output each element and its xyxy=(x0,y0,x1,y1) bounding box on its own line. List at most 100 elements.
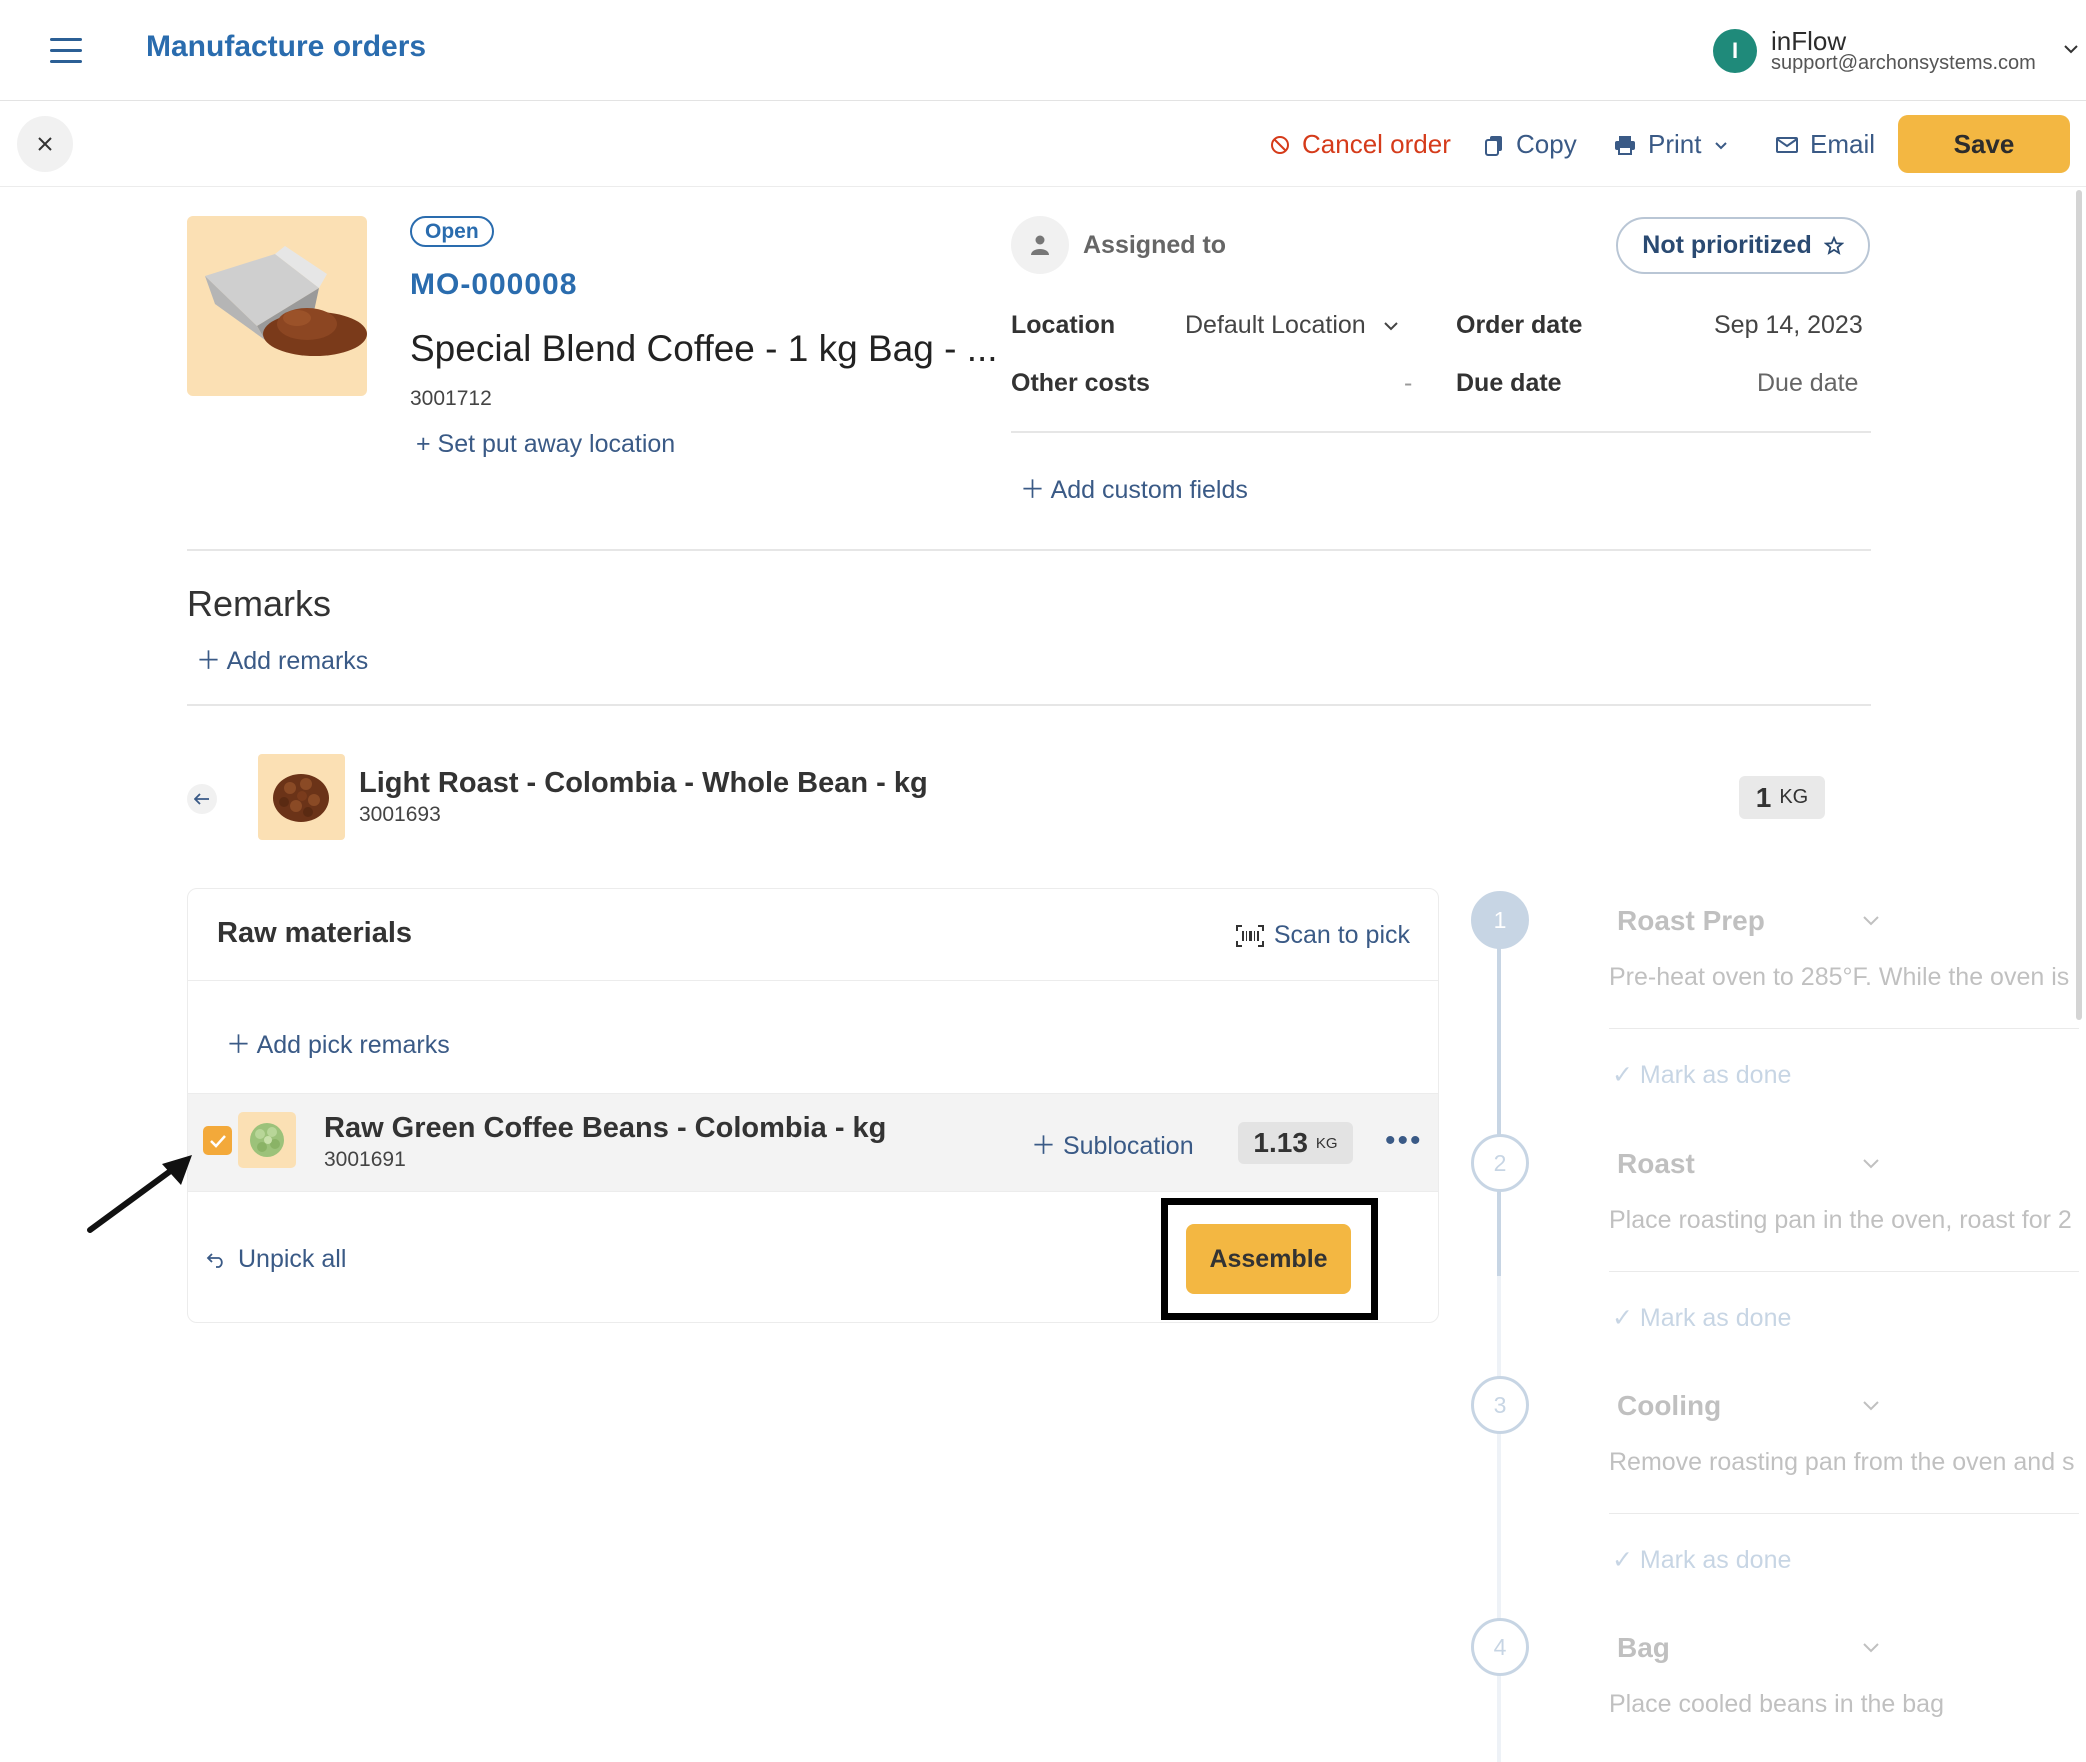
step-name[interactable]: Roast Prep xyxy=(1617,905,1765,937)
assignee-icon[interactable] xyxy=(1011,216,1069,274)
account-avatar[interactable]: I xyxy=(1713,29,1757,73)
product-name[interactable]: Special Blend Coffee - 1 kg Bag - ... xyxy=(410,328,998,370)
status-badge: Open xyxy=(410,216,494,247)
order-date-field[interactable]: Sep 14, 2023 xyxy=(1714,311,1863,340)
due-date-field[interactable]: Due date xyxy=(1757,369,1858,398)
mark-as-done-label: Mark as done xyxy=(1639,1061,1792,1089)
quantity-value: 1 xyxy=(1755,781,1772,813)
add-remarks-link[interactable]: ＋ Add remarks xyxy=(196,641,368,677)
order-date-label: Order date xyxy=(1456,311,1583,339)
add-pick-remarks-link[interactable]: ＋ Add pick remarks xyxy=(226,1025,450,1061)
divider xyxy=(187,704,1871,706)
raw-material-image xyxy=(238,1112,296,1168)
hamburger-menu-icon[interactable] xyxy=(50,38,84,64)
top-bar: Manufacture orders I inFlow support@arch… xyxy=(0,0,2086,101)
product-image xyxy=(187,216,367,396)
location-select[interactable]: Default Location xyxy=(1185,311,1400,340)
quantity-value: 1.13 xyxy=(1253,1127,1308,1158)
product-sku: 3001712 xyxy=(410,387,492,410)
chevron-down-icon xyxy=(1383,321,1398,330)
add-remarks-label: Add remarks xyxy=(226,647,369,675)
quantity-unit: KG xyxy=(1779,786,1809,808)
order-toolbar: Cancel order Copy Print Email Save xyxy=(0,101,2086,187)
copy-icon xyxy=(1485,135,1502,156)
assemble-button[interactable]: Assemble xyxy=(1186,1224,1351,1294)
chevron-down-icon[interactable] xyxy=(1861,1153,1881,1173)
copy-button[interactable]: Copy xyxy=(1484,129,1577,160)
chevron-down-icon[interactable] xyxy=(1861,1637,1881,1657)
due-date-label: Due date xyxy=(1456,369,1562,397)
set-put-away-location-link[interactable]: + Set put away location xyxy=(416,430,675,459)
raw-material-quantity[interactable]: 1.13 KG xyxy=(1238,1122,1353,1164)
remarks-heading: Remarks xyxy=(187,583,332,624)
chevron-down-icon[interactable] xyxy=(1861,910,1881,930)
divider xyxy=(1609,1271,2079,1272)
save-button[interactable]: Save xyxy=(1898,115,2070,173)
add-custom-fields-label: Add custom fields xyxy=(1050,476,1248,504)
undo-icon xyxy=(206,1252,223,1268)
location-value: Default Location xyxy=(1185,311,1366,339)
sublocation-label: Sublocation xyxy=(1062,1132,1194,1160)
priority-button[interactable]: Not prioritized xyxy=(1616,217,1870,274)
mark-as-done-button[interactable]: ✓ Mark as done xyxy=(1612,1303,1791,1333)
order-number: MO-000008 xyxy=(410,268,578,301)
manufacturing-steps-panel: 1 Roast Prep Pre-heat oven to 285°F. Whi… xyxy=(1469,888,2079,1762)
plus-icon: ＋ xyxy=(1020,476,1051,504)
print-button[interactable]: Print xyxy=(1614,129,1729,160)
back-arrow-button[interactable] xyxy=(187,784,217,814)
copy-label: Copy xyxy=(1516,129,1577,159)
step-name[interactable]: Cooling xyxy=(1617,1390,1721,1422)
step-number-badge: 3 xyxy=(1471,1376,1529,1434)
raw-materials-title: Raw materials xyxy=(217,917,413,949)
raw-materials-card: Raw materials Scan to pick ＋ Add pick re… xyxy=(187,888,1439,1323)
other-costs-value[interactable]: - xyxy=(1404,369,1412,398)
more-options-icon[interactable]: ••• xyxy=(1385,1124,1423,1158)
prohibit-icon xyxy=(1271,135,1289,154)
print-label: Print xyxy=(1648,129,1702,159)
divider xyxy=(1011,431,1871,433)
barcode-icon xyxy=(1235,924,1264,947)
step-description: Pre-heat oven to 285°F. While the oven i… xyxy=(1609,963,2070,991)
mark-as-done-button[interactable]: ✓ Mark as done xyxy=(1612,1060,1791,1090)
email-button[interactable]: Email xyxy=(1776,129,1875,160)
raw-material-sku: 3001691 xyxy=(324,1148,406,1171)
step-number-badge: 4 xyxy=(1471,1618,1529,1676)
plus-icon: ＋ xyxy=(226,1031,257,1059)
add-sublocation-link[interactable]: ＋ Sublocation xyxy=(1031,1126,1194,1162)
add-custom-fields-link[interactable]: ＋ Add custom fields xyxy=(1020,470,1248,506)
chevron-down-icon xyxy=(1715,141,1728,149)
mark-as-done-label: Mark as done xyxy=(1639,1546,1792,1574)
plus-icon: ＋ xyxy=(196,647,227,675)
raw-material-row[interactable]: Raw Green Coffee Beans - Colombia - kg 3… xyxy=(188,1093,1438,1192)
unpick-all-button[interactable]: Unpick all xyxy=(206,1245,346,1274)
other-costs-label: Other costs xyxy=(1011,369,1150,397)
step-description: Place cooled beans in the bag xyxy=(1609,1690,1944,1718)
assigned-to-field[interactable]: Assigned to xyxy=(1083,231,1226,260)
cancel-order-button[interactable]: Cancel order xyxy=(1270,129,1451,160)
scan-to-pick-button[interactable]: Scan to pick xyxy=(1235,921,1410,950)
annotation-arrow-icon xyxy=(87,1155,192,1233)
step-name[interactable]: Roast xyxy=(1617,1148,1695,1180)
chevron-down-icon[interactable] xyxy=(2062,40,2080,58)
divider xyxy=(187,549,1871,551)
plus-icon: ＋ xyxy=(1031,1132,1063,1160)
close-icon xyxy=(38,137,52,151)
unpick-all-label: Unpick all xyxy=(238,1245,347,1273)
step-name[interactable]: Bag xyxy=(1617,1632,1670,1664)
pick-checkbox[interactable] xyxy=(203,1126,232,1155)
arrow-left-icon xyxy=(194,793,209,805)
check-icon xyxy=(209,1134,226,1148)
finished-product-quantity[interactable]: 1 KG xyxy=(1739,776,1825,819)
finished-product-image xyxy=(258,754,345,840)
chevron-down-icon[interactable] xyxy=(1861,1395,1881,1415)
printer-icon xyxy=(1615,135,1635,155)
finished-product-name[interactable]: Light Roast - Colombia - Whole Bean - kg xyxy=(359,767,928,800)
close-button[interactable] xyxy=(17,116,73,172)
add-pick-remarks-label: Add pick remarks xyxy=(256,1031,450,1059)
step-description: Remove roasting pan from the oven and s xyxy=(1609,1448,2075,1476)
account-email[interactable]: support@archonsystems.com xyxy=(1771,52,2036,75)
step-connector xyxy=(1497,1276,1501,1762)
mark-as-done-button[interactable]: ✓ Mark as done xyxy=(1612,1545,1791,1575)
quantity-unit: KG xyxy=(1315,1134,1338,1152)
raw-material-name[interactable]: Raw Green Coffee Beans - Colombia - kg xyxy=(324,1112,886,1145)
